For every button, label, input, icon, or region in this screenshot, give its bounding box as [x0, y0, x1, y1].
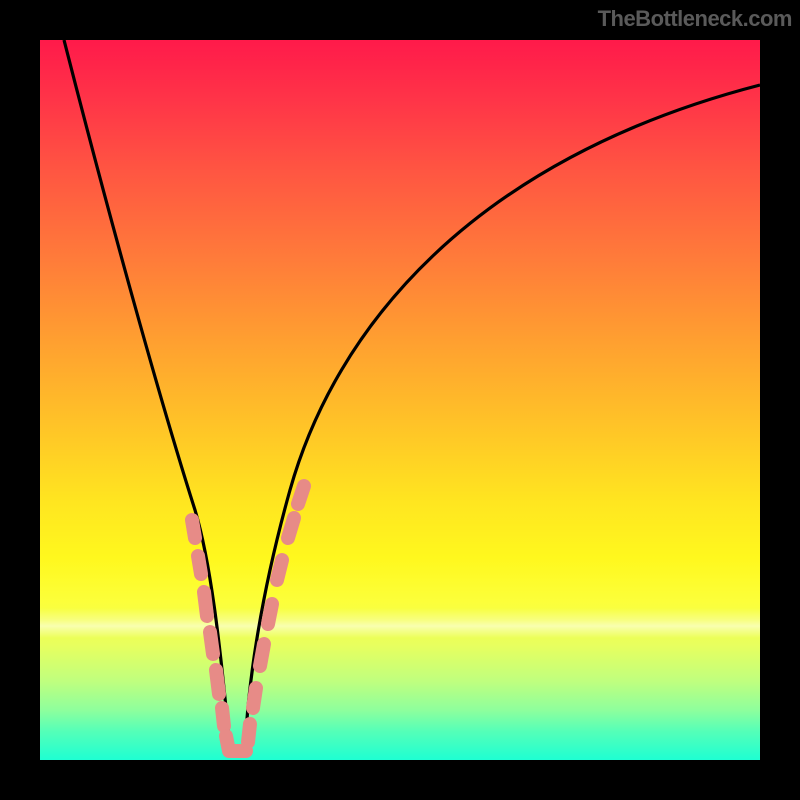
chart-plot-area	[40, 40, 760, 760]
highlight-dots-right	[248, 486, 304, 742]
highlight-dots-left	[192, 520, 229, 751]
bottleneck-curve	[40, 40, 760, 760]
watermark-text: TheBottleneck.com	[598, 6, 792, 32]
main-curve-path	[64, 40, 760, 750]
